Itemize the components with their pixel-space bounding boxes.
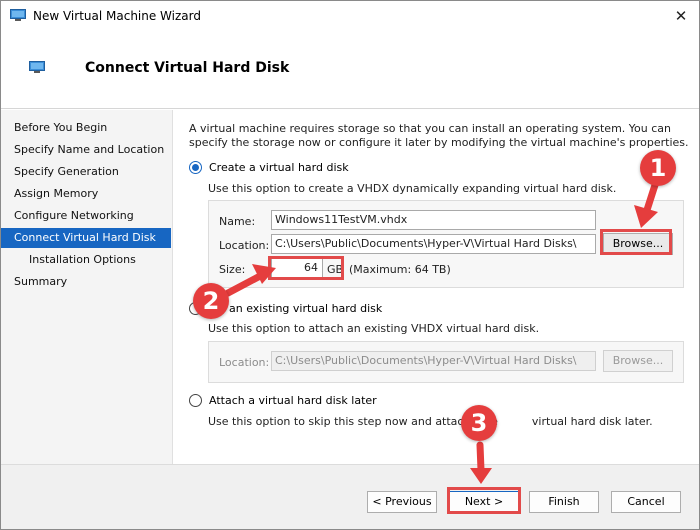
previous-button[interactable]: < Previous [367,491,437,513]
sidebar-item-specify-generation[interactable]: Specify Generation [1,162,171,182]
wizard-header: Connect Virtual Hard Disk [1,31,699,109]
sidebar-item-installation-options[interactable]: Installation Options [1,250,171,270]
next-button[interactable]: Next > [449,491,519,513]
existing-location-field[interactable]: C:\Users\Public\Documents\Hyper-V\Virtua… [271,351,596,371]
size-label: Size: [219,263,246,276]
step-marker-2: 2 [193,283,229,319]
sidebar-item-assign-memory[interactable]: Assign Memory [1,184,171,204]
step-marker-1: 1 [640,150,676,186]
cancel-button[interactable]: Cancel [611,491,681,513]
wizard-steps-sidebar: Before You Begin Specify Name and Locati… [1,110,173,464]
finish-button[interactable]: Finish [529,491,599,513]
sidebar-item-summary[interactable]: Summary [1,272,171,292]
sidebar-item-configure-networking[interactable]: Configure Networking [1,206,171,226]
size-field[interactable]: 64 [271,258,323,278]
window-title: New Virtual Machine Wizard [33,9,201,23]
browse-button[interactable]: Browse... [603,233,673,255]
close-icon: ✕ [674,7,688,25]
title-bar: New Virtual Machine Wizard ✕ [1,1,699,31]
hyper-v-icon [10,9,26,21]
location-field[interactable]: C:\Users\Public\Documents\Hyper-V\Virtua… [271,234,596,254]
size-max-note: (Maximum: 64 TB) [349,263,451,276]
create-vhd-group: Name: Windows11TestVM.vhdx Location: C:\… [208,200,684,288]
sidebar-item-before-you-begin[interactable]: Before You Begin [1,118,171,138]
wizard-window: New Virtual Machine Wizard ✕ Connect Vir… [0,0,700,530]
attach-later-desc-end: virtual hard disk later. [531,415,653,428]
wizard-footer: < Previous Next > Finish Cancel [1,464,699,529]
size-unit: GB [327,263,344,276]
page-title: Connect Virtual Hard Disk [85,60,290,76]
sidebar-item-connect-virtual-hard-disk[interactable]: Connect Virtual Hard Disk [1,228,171,248]
existing-browse-button[interactable]: Browse... [603,350,673,372]
intro-text: A virtual machine requires storage so th… [189,122,689,149]
name-label: Name: [219,215,256,228]
existing-vhd-label: an existing virtual hard disk [229,302,383,315]
main-content: A virtual machine requires storage so th… [173,110,699,464]
create-vhd-radio[interactable]: Create a virtual hard disk [189,161,349,174]
radio-checked-icon [189,161,202,174]
create-vhd-description: Use this option to create a VHDX dynamic… [208,182,617,195]
create-vhd-label: Create a virtual hard disk [209,161,349,174]
attach-later-radio[interactable]: Attach a virtual hard disk later [189,394,377,407]
existing-location-label: Location: [219,356,270,369]
name-field[interactable]: Windows11TestVM.vhdx [271,210,596,230]
existing-vhd-description: Use this option to attach an existing VH… [208,322,540,335]
close-button[interactable]: ✕ [663,1,699,31]
radio-unchecked-icon [189,394,202,407]
existing-vhd-group: Location: C:\Users\Public\Documents\Hype… [208,341,684,383]
attach-later-label: Attach a virtual hard disk later [209,394,377,407]
attach-later-desc-start: Use this option to skip this step now an… [208,415,498,428]
location-label: Location: [219,239,270,252]
attach-later-description: Use this option to skip this step now an… [208,415,653,428]
sidebar-item-specify-name-and-location[interactable]: Specify Name and Location [1,140,171,160]
step-marker-3: 3 [461,405,497,441]
virtual-machine-icon [29,61,45,73]
